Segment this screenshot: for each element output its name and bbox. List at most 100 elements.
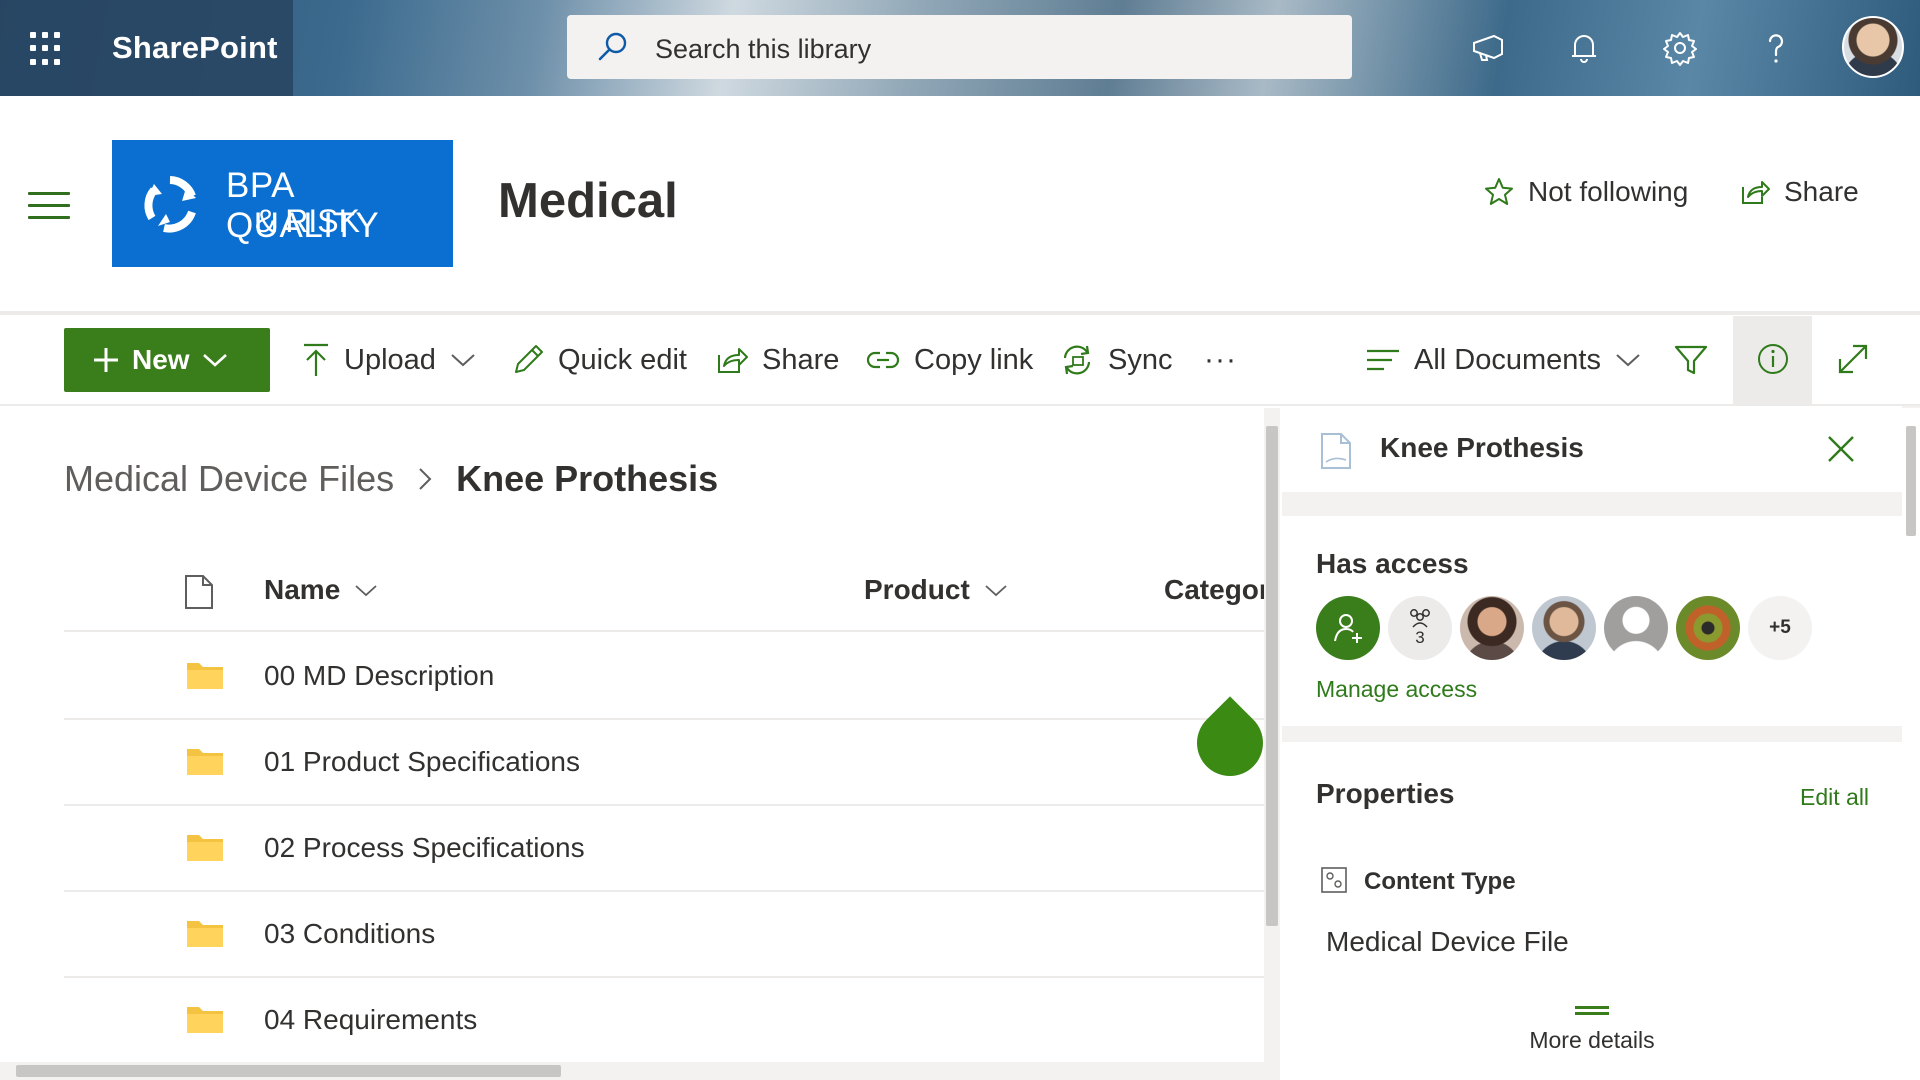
site-share-button[interactable]: Share bbox=[1740, 174, 1859, 210]
upload-label: Upload bbox=[344, 343, 436, 376]
details-pane-scrollbar[interactable] bbox=[1902, 408, 1920, 1080]
list-item[interactable]: 04 Requirements bbox=[64, 978, 1264, 1064]
upload-icon bbox=[304, 343, 328, 376]
view-selector[interactable]: All Documents bbox=[1366, 336, 1641, 384]
group-avatar[interactable]: 3 bbox=[1388, 596, 1452, 660]
folder-icon bbox=[187, 749, 223, 775]
list-view-icon bbox=[1367, 349, 1399, 371]
chevron-down-icon bbox=[355, 585, 377, 597]
suite-bar: SharePoint Search this library bbox=[0, 0, 1920, 96]
list-vertical-scrollbar[interactable] bbox=[1264, 408, 1280, 1080]
scrollbar-thumb[interactable] bbox=[1266, 426, 1278, 926]
scrollbar-thumb[interactable] bbox=[1906, 426, 1916, 536]
manage-access-link[interactable]: Manage access bbox=[1316, 676, 1477, 703]
view-label: All Documents bbox=[1414, 343, 1601, 376]
search-box[interactable]: Search this library bbox=[567, 15, 1352, 79]
content-type-icon bbox=[1321, 867, 1347, 893]
list-item[interactable]: 03 Conditions bbox=[64, 892, 1264, 978]
chevron-down-icon bbox=[985, 585, 1007, 597]
share-icon bbox=[1742, 181, 1770, 204]
chevron-right-icon bbox=[419, 468, 432, 490]
more-details-label: More details bbox=[1529, 1027, 1655, 1053]
copy-link-label: Copy link bbox=[914, 343, 1034, 376]
properties-card: Properties Edit all Content Type Medical… bbox=[1282, 742, 1902, 1080]
column-header-product[interactable]: Product bbox=[864, 574, 1008, 606]
member-avatar-placeholder[interactable] bbox=[1604, 596, 1668, 660]
help-icon[interactable] bbox=[1756, 28, 1796, 68]
more-commands-button[interactable]: ··· bbox=[1204, 336, 1237, 384]
file-type-icon[interactable] bbox=[184, 574, 214, 610]
share-icon bbox=[718, 348, 748, 373]
filter-button[interactable] bbox=[1674, 336, 1708, 384]
add-person-icon bbox=[1334, 614, 1362, 643]
more-members-badge[interactable]: +5 bbox=[1748, 596, 1812, 660]
logo-text-line2: & RISK bbox=[255, 203, 360, 239]
access-avatars: 3 +5 bbox=[1316, 596, 1812, 660]
folder-icon bbox=[187, 921, 223, 947]
column-header-name[interactable]: Name bbox=[264, 574, 378, 606]
share-button[interactable]: Share bbox=[716, 336, 839, 384]
scrollbar-thumb[interactable] bbox=[16, 1065, 561, 1077]
copy-link-button[interactable]: Copy link bbox=[866, 336, 1033, 384]
list-item-name[interactable]: 04 Requirements bbox=[264, 1004, 477, 1036]
pencil-icon bbox=[515, 345, 543, 373]
column-category-label: Categor bbox=[1164, 574, 1270, 605]
has-access-heading: Has access bbox=[1316, 548, 1469, 579]
quick-edit-button[interactable]: Quick edit bbox=[512, 336, 687, 384]
link-icon bbox=[866, 351, 900, 369]
site-logo[interactable]: BPA QUALITY & RISK bbox=[112, 140, 453, 267]
quick-edit-label: Quick edit bbox=[558, 343, 687, 376]
list-horizontal-scrollbar[interactable] bbox=[0, 1062, 1264, 1080]
list-item-name[interactable]: 01 Product Specifications bbox=[264, 746, 580, 778]
upload-button[interactable]: Upload bbox=[302, 336, 476, 384]
bell-icon[interactable] bbox=[1564, 28, 1604, 68]
list-item-name[interactable]: 00 MD Description bbox=[264, 660, 494, 692]
member-avatar[interactable] bbox=[1460, 596, 1524, 660]
list-item-name[interactable]: 02 Process Specifications bbox=[264, 832, 585, 864]
document-list: 00 MD Description 01 Product Specificati… bbox=[64, 634, 1264, 1064]
add-person-avatar[interactable] bbox=[1316, 596, 1380, 660]
breadcrumb-current: Knee Prothesis bbox=[456, 458, 719, 499]
waffle-icon[interactable] bbox=[30, 32, 64, 66]
breadcrumb-parent[interactable]: Medical Device Files bbox=[64, 458, 394, 500]
member-avatar[interactable] bbox=[1532, 596, 1596, 660]
close-icon[interactable] bbox=[1824, 432, 1858, 466]
list-item[interactable]: 00 MD Description bbox=[64, 634, 1264, 720]
user-avatar[interactable] bbox=[1842, 16, 1904, 78]
member-avatar[interactable] bbox=[1676, 596, 1740, 660]
more-details-button[interactable]: More details bbox=[1282, 1006, 1902, 1054]
more-label: ··· bbox=[1204, 343, 1237, 376]
new-label: New bbox=[132, 344, 190, 375]
folder-icon bbox=[187, 663, 223, 689]
app-name[interactable]: SharePoint bbox=[112, 30, 278, 66]
follow-button[interactable]: Not following bbox=[1484, 174, 1688, 210]
megaphone-icon[interactable] bbox=[1468, 28, 1508, 68]
site-share-label: Share bbox=[1784, 176, 1859, 207]
content-type-value[interactable]: Medical Device File bbox=[1326, 926, 1569, 958]
gear-icon[interactable] bbox=[1660, 28, 1700, 68]
sync-button[interactable]: Sync bbox=[1060, 336, 1172, 384]
list-item[interactable]: 02 Process Specifications bbox=[64, 806, 1264, 892]
folder-icon bbox=[187, 1007, 223, 1033]
search-icon bbox=[598, 32, 627, 61]
sync-label: Sync bbox=[1108, 343, 1173, 376]
info-icon[interactable] bbox=[1756, 342, 1790, 376]
hamburger-menu-icon[interactable] bbox=[28, 192, 70, 220]
list-item-name[interactable]: 03 Conditions bbox=[264, 918, 435, 950]
edit-all-link[interactable]: Edit all bbox=[1800, 784, 1869, 811]
column-name-label: Name bbox=[264, 574, 341, 605]
site-title[interactable]: Medical bbox=[498, 173, 678, 229]
list-item[interactable]: 01 Product Specifications bbox=[64, 720, 1264, 806]
new-button[interactable]: New bbox=[64, 328, 270, 392]
has-access-card: Has access 3 +5 Manage access bbox=[1282, 516, 1902, 726]
properties-heading: Properties bbox=[1316, 778, 1455, 809]
column-header-category[interactable]: Categor bbox=[1164, 574, 1270, 606]
folder-file-icon bbox=[1321, 433, 1351, 469]
group-icon bbox=[1410, 609, 1430, 628]
chevron-down-icon bbox=[451, 354, 475, 367]
breadcrumb: Medical Device Files Knee Prothesis bbox=[64, 458, 718, 500]
star-icon bbox=[1485, 178, 1513, 205]
details-pane-header: Knee Prothesis bbox=[1282, 406, 1902, 492]
column-product-label: Product bbox=[864, 574, 970, 605]
expand-icon[interactable] bbox=[1836, 342, 1870, 376]
